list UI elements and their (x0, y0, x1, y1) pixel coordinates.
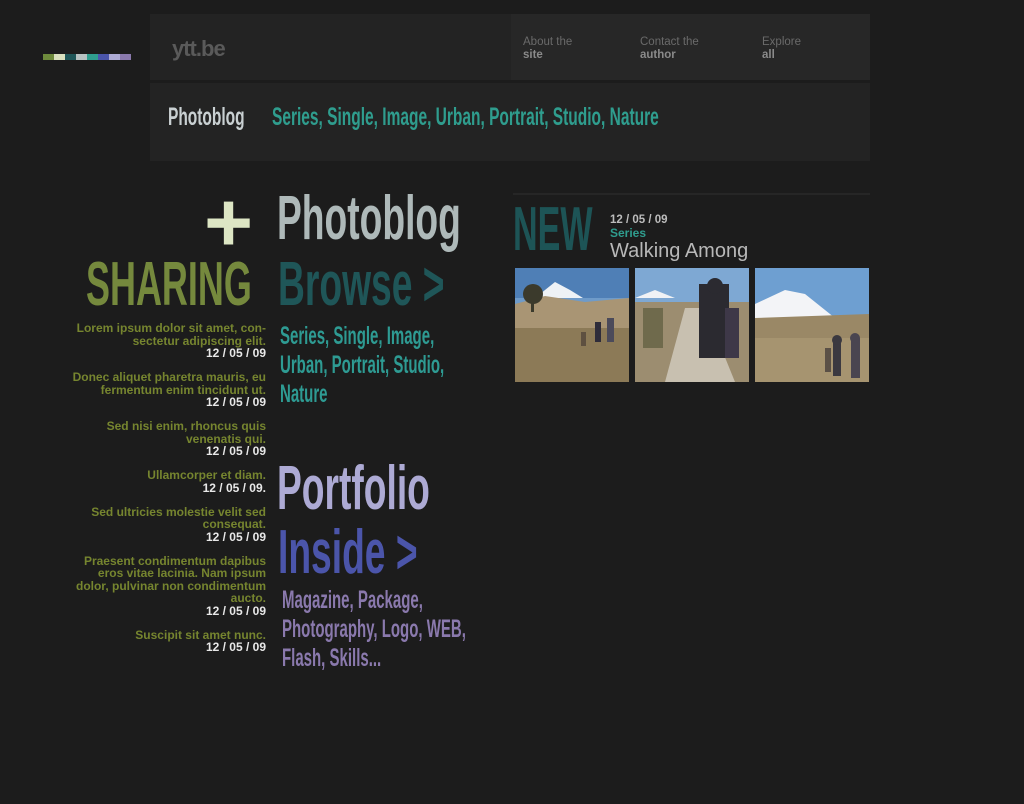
sharing-heading: SHARING (86, 250, 252, 319)
news-date: 12 / 05 / 09 (205, 444, 266, 458)
news-item[interactable]: Sed nisi enim, rhoncus quis venenatis qui… (40, 420, 266, 458)
color-swatch (98, 54, 109, 60)
news-item[interactable]: Lorem ipsum dolor sit amet, con-sectetur… (40, 322, 266, 360)
inside-link[interactable]: Inside > (278, 520, 418, 586)
nav-about[interactable]: About the site (523, 36, 572, 62)
news-date: 12 / 05 / 09 (205, 603, 266, 618)
portfolio-categories-line[interactable]: Photography, Logo, WEB, (282, 615, 466, 644)
photo-thumbnail[interactable] (635, 268, 749, 382)
new-post-date: 12 / 05 / 09 (610, 214, 668, 226)
color-swatch (87, 54, 98, 60)
new-post: NEW 12 / 05 / 09 Series Walking Among (513, 193, 870, 263)
section-title[interactable]: Photoblog (168, 103, 245, 132)
color-swatch (54, 54, 65, 60)
news-item[interactable]: Ullamcorper et diam. 12 / 05 / 09. (40, 469, 266, 495)
news-date: 12 / 05 / 09 (205, 640, 266, 654)
section-bar: Photoblog Series, Single, Image, Urban, … (150, 83, 870, 161)
news-item[interactable]: Sed ultricies molestie velit sed consequa… (40, 505, 266, 544)
portfolio-categories: Magazine, Package, Photography, Logo, WE… (282, 586, 588, 673)
news-date: 12 / 05 / 09 (205, 395, 266, 409)
browse-categories-line[interactable]: Nature (280, 380, 328, 409)
portfolio-categories-line[interactable]: Magazine, Package, (282, 586, 423, 615)
news-text: Lorem ipsum dolor sit amet, con- (76, 321, 266, 335)
new-label: NEW (513, 195, 593, 264)
photo-thumbnails (515, 268, 869, 382)
news-text: eros vitae lacinia. Nam ipsum (97, 566, 266, 580)
site-logo[interactable]: ytt.be (172, 36, 226, 62)
nav-explore[interactable]: Explore all (762, 36, 801, 62)
nav-about-line2: site (523, 49, 543, 61)
news-text: Donec aliquet pharetra mauris, eu (72, 370, 266, 384)
news-text: consequat. (202, 517, 266, 531)
header-bar: ytt.be About the site Contact the author… (150, 14, 870, 80)
browse-categories: Series, Single, Image, Urban, Portrait, … (280, 322, 554, 409)
color-swatch (120, 54, 131, 60)
nav-explore-line2: all (762, 49, 775, 61)
news-date: 12 / 05 / 09 (205, 346, 266, 360)
news-date: 12 / 05 / 09. (202, 480, 266, 495)
nav-contact[interactable]: Contact the author (640, 36, 699, 62)
news-text: Ullamcorper et diam. (147, 468, 266, 482)
photo-thumbnail[interactable] (515, 268, 629, 382)
nav-explore-line1: Explore (762, 36, 801, 48)
color-swatch (43, 54, 54, 60)
color-swatch (76, 54, 87, 60)
browse-categories-line[interactable]: Series, Single, Image, (280, 322, 434, 351)
news-text: Sed nisi enim, rhoncus quis (106, 419, 266, 433)
browse-categories-line[interactable]: Urban, Portrait, Studio, (280, 351, 444, 380)
color-swatch (65, 54, 76, 60)
news-list: Lorem ipsum dolor sit amet, con-sectetur… (40, 322, 266, 665)
color-palette (43, 54, 131, 60)
portfolio-categories-line[interactable]: Flash, Skills... (282, 644, 381, 673)
nav-contact-line2: author (640, 49, 676, 61)
portfolio-heading[interactable]: Portfolio (277, 456, 430, 522)
news-item[interactable]: Praesent condimentum dapibus eros vitae l… (40, 554, 266, 618)
news-date: 12 / 05 / 09 (205, 529, 266, 544)
browse-link[interactable]: Browse > (278, 252, 444, 318)
nav-about-line1: About the (523, 36, 573, 48)
new-post-category[interactable]: Series (610, 226, 646, 240)
photo-thumbnail[interactable] (755, 268, 869, 382)
photoblog-heading[interactable]: Photoblog (277, 186, 461, 252)
news-item[interactable]: Donec aliquet pharetra mauris, eu ferment… (40, 371, 266, 409)
section-categories[interactable]: Series, Single, Image, Urban, Portrait, … (272, 103, 659, 132)
color-swatch (109, 54, 120, 60)
top-nav: About the site Contact the author Explor… (511, 14, 870, 80)
news-item[interactable]: Suscipit sit amet nunc. 12 / 05 / 09 (40, 628, 266, 655)
nav-contact-line1: Contact the (640, 36, 699, 48)
new-post-title[interactable]: Walking Among (610, 240, 748, 263)
news-text: aucto. (230, 591, 266, 605)
